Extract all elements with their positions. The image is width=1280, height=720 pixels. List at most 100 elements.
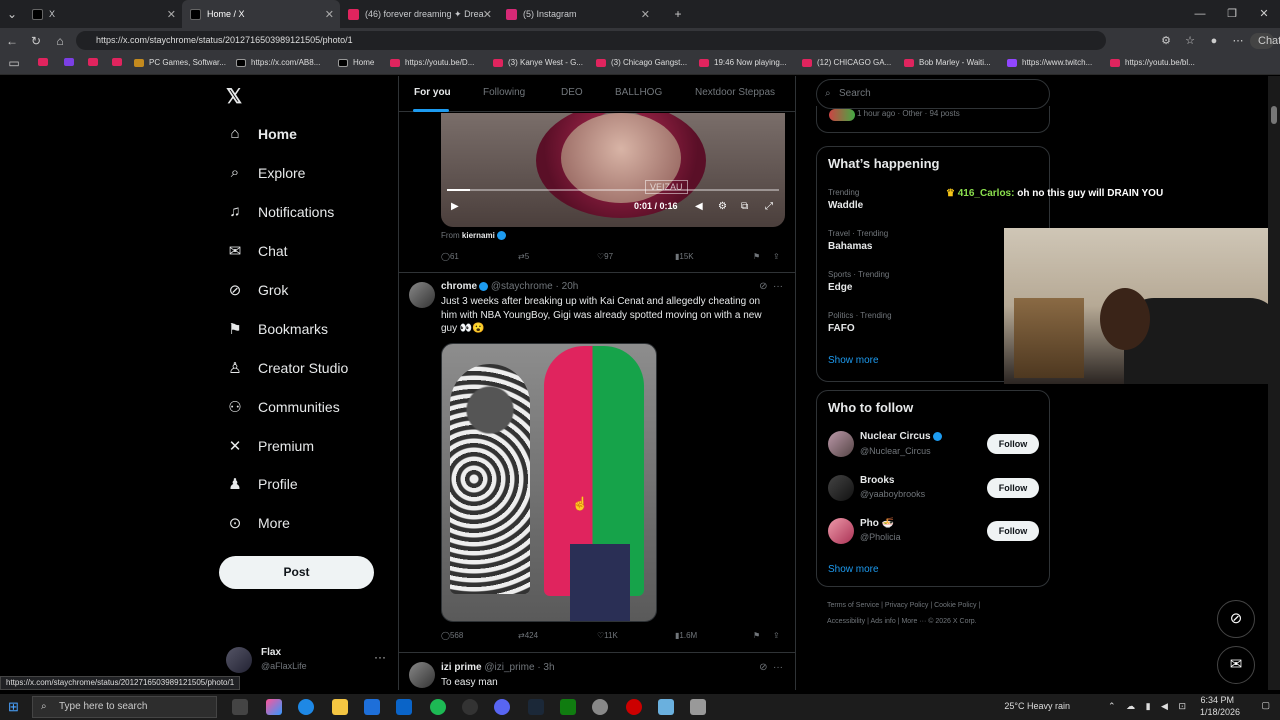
bookmark-item[interactable]: [112, 58, 127, 66]
avatar[interactable]: [828, 431, 854, 457]
tweet-menu[interactable]: ⊘ ···: [759, 281, 783, 292]
bookmark-item[interactable]: (3) Chicago Gangst...: [596, 58, 687, 67]
suggestion-name[interactable]: Nuclear Circus: [860, 431, 942, 442]
copilot-chat-button[interactable]: Chat: [1250, 32, 1280, 49]
spotify-icon[interactable]: [430, 699, 446, 715]
browser-tab-2[interactable]: Home / X ✕: [182, 0, 340, 28]
browser-tab-3[interactable]: (46) forever dreaming ✦ Drea ✕: [340, 0, 498, 28]
sidebar-item-notifications[interactable]: ♫ Notifications: [226, 203, 334, 220]
tab-for-you[interactable]: For you: [414, 87, 451, 98]
weather-widget[interactable]: 25°C Heavy rain: [1004, 701, 1070, 711]
tab-following[interactable]: Following: [483, 87, 525, 98]
show-more-link[interactable]: Show more: [828, 564, 879, 575]
share-icon[interactable]: ⇪: [773, 631, 780, 640]
page-scrollbar[interactable]: [1268, 76, 1280, 690]
live-summary[interactable]: 1 hour ago · Other · 94 posts: [816, 106, 1050, 133]
tab-ballhog[interactable]: BALLHOG: [615, 87, 662, 98]
reply-button[interactable]: ◯ 568: [441, 631, 463, 640]
close-icon[interactable]: ✕: [325, 8, 334, 21]
follow-button[interactable]: Follow: [987, 478, 1039, 498]
close-icon[interactable]: ✕: [641, 8, 650, 21]
account-switcher[interactable]: Flax @aFlaxLife ···: [226, 644, 386, 676]
app-icon[interactable]: [592, 699, 608, 715]
bookmark-item[interactable]: [38, 58, 53, 66]
tweet-time[interactable]: · 20h: [556, 281, 579, 292]
repost-button[interactable]: ⇄ 424: [518, 631, 538, 640]
app-icon[interactable]: [690, 699, 706, 715]
tab-deo[interactable]: DEO: [561, 87, 583, 98]
footer-links[interactable]: Accessibility | Ads info | More ··· © 20…: [827, 618, 977, 625]
sidebar-item-creator-studio[interactable]: ♙ Creator Studio: [226, 359, 348, 377]
sidebar-item-grok[interactable]: ⊘ Grok: [226, 281, 289, 299]
fullscreen-icon[interactable]: ⤢: [765, 201, 773, 212]
sidebar-item-more[interactable]: ⊙ More: [226, 514, 290, 532]
reload-icon[interactable]: ↻: [24, 34, 48, 48]
source-user-link[interactable]: kiernami: [462, 231, 495, 240]
minimize-icon[interactable]: —: [1184, 0, 1216, 28]
views-button[interactable]: ▮ 15K: [675, 252, 694, 261]
notifications-icon[interactable]: ▢: [1261, 700, 1270, 711]
pip-icon[interactable]: ⧉: [741, 201, 748, 212]
messages-fab-icon[interactable]: ✉: [1217, 646, 1255, 684]
task-view-icon[interactable]: [232, 699, 248, 715]
sidebar-item-home[interactable]: ⌂ Home: [226, 125, 296, 142]
bookmark-item[interactable]: (3) Kanye West - G...: [493, 58, 583, 67]
favorites-icon[interactable]: ☆: [1178, 34, 1202, 47]
tweet-menu[interactable]: ⊘ ···: [759, 662, 783, 673]
xbox-icon[interactable]: [560, 699, 576, 715]
app-icon[interactable]: [462, 699, 478, 715]
url-input[interactable]: https://x.com/staychrome/status/20127165…: [76, 31, 1106, 50]
suggestion-name[interactable]: Brooks: [860, 475, 894, 486]
app-icon[interactable]: [658, 699, 674, 715]
suggestion-name[interactable]: Pho 🍜: [860, 518, 894, 529]
restore-icon[interactable]: ❐: [1216, 0, 1248, 28]
play-icon[interactable]: ▶: [451, 201, 459, 212]
author-handle[interactable]: @staychrome: [491, 281, 553, 292]
bookmark-icon[interactable]: ⚑: [753, 252, 760, 261]
views-button[interactable]: ▮ 1.6M: [675, 631, 697, 640]
x-logo-icon[interactable]: 𝕏: [226, 84, 242, 109]
collections-icon[interactable]: ▭: [2, 56, 26, 70]
discord-icon[interactable]: [494, 699, 510, 715]
tweet-image[interactable]: [441, 343, 657, 622]
back-icon[interactable]: ←: [0, 34, 24, 48]
avatar[interactable]: [828, 518, 854, 544]
tweet-time[interactable]: · 3h: [537, 662, 554, 673]
bookmark-item[interactable]: https://youtu.be/bl...: [1110, 58, 1195, 67]
author-handle[interactable]: @izi_prime: [484, 662, 534, 673]
sidebar-item-chat[interactable]: ✉ Chat: [226, 242, 288, 260]
repost-button[interactable]: ⇄ 5: [518, 252, 529, 261]
mail-app-icon[interactable]: [396, 699, 412, 715]
browser-tab-1[interactable]: X ✕: [24, 0, 182, 28]
volume-icon[interactable]: ◀: [695, 201, 703, 212]
follow-button[interactable]: Follow: [987, 434, 1039, 454]
sidebar-item-profile[interactable]: ♟ Profile: [226, 475, 297, 493]
menu-icon[interactable]: ⋯: [1226, 34, 1250, 47]
bookmark-item[interactable]: Home: [338, 58, 374, 67]
bookmark-item[interactable]: https://x.com/AB8...: [236, 58, 320, 67]
bookmark-item[interactable]: https://youtu.be/D...: [390, 58, 474, 67]
sidebar-item-bookmarks[interactable]: ⚑ Bookmarks: [226, 320, 328, 338]
bookmark-item[interactable]: [88, 58, 103, 66]
browser-tab-4[interactable]: (5) Instagram ✕: [498, 0, 656, 28]
close-icon[interactable]: ✕: [167, 8, 176, 21]
bookmark-icon[interactable]: ⚑: [753, 631, 760, 640]
bookmark-item[interactable]: 19:46 Now playing...: [699, 58, 787, 67]
edge-icon[interactable]: [298, 699, 314, 715]
bookmark-item[interactable]: (12) CHICAGO GA...: [802, 58, 891, 67]
grok-fab-icon[interactable]: ⊘: [1217, 600, 1255, 638]
show-more-link[interactable]: Show more: [828, 355, 879, 366]
close-icon[interactable]: ✕: [483, 8, 492, 21]
start-icon[interactable]: ⊞: [8, 699, 19, 715]
like-button[interactable]: ♡ 11K: [597, 631, 618, 640]
search-input[interactable]: ⌕ Search: [816, 79, 1050, 109]
sidebar-item-premium[interactable]: ✕ Premium: [226, 437, 314, 455]
tray-icons[interactable]: ⌃ ☁ ▮ ◀ ⊡: [1108, 701, 1190, 712]
bookmark-item[interactable]: [64, 58, 79, 66]
obs-icon[interactable]: [626, 699, 642, 715]
extensions-icon[interactable]: ⚙: [1154, 34, 1178, 47]
store-icon[interactable]: [364, 699, 380, 715]
avatar[interactable]: [409, 282, 435, 308]
follow-button[interactable]: Follow: [987, 521, 1039, 541]
like-button[interactable]: ♡ 97: [597, 252, 613, 261]
